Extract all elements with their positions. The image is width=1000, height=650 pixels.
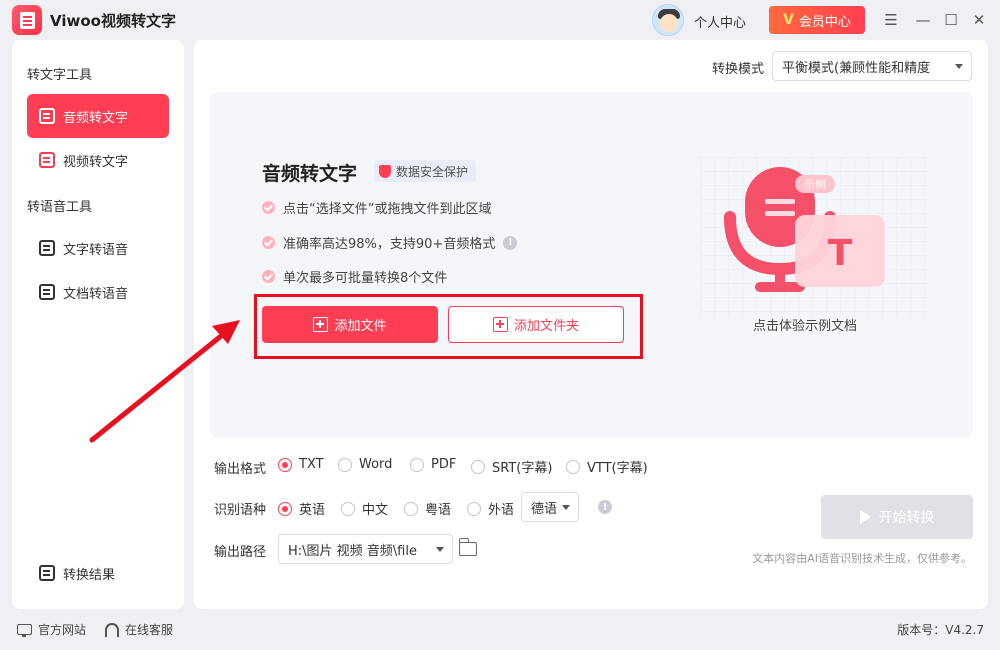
user-center-link[interactable]: 个人中心	[694, 12, 746, 31]
output-path-value: H:\图片 视频 音频\file	[288, 543, 417, 559]
check-icon	[262, 236, 275, 249]
chevron-down-icon	[955, 64, 963, 69]
info-icon[interactable]: !	[503, 235, 518, 250]
version-label: 版本号：V4.2.7	[897, 623, 984, 637]
sidebar-group-text-tools: 转文字工具	[27, 68, 93, 83]
online-service-link[interactable]: 在线客服	[105, 621, 173, 638]
lang-radio-cantonese[interactable]: 粤语	[404, 499, 451, 518]
main-panel: 转换模式 平衡模式(兼顾性能和精度 音频转文字 数据安全保护 点击“选择文件”或…	[194, 40, 988, 609]
menu-icon[interactable]: ☰	[881, 10, 901, 30]
format-radio-pdf[interactable]: PDF	[410, 457, 456, 472]
sidebar-item-label: 文字转语音	[63, 242, 129, 258]
official-website-link[interactable]: 官方网站	[17, 621, 86, 638]
feature-bullet: 准确率高达98%，支持90+音频格式 !	[262, 233, 518, 252]
audio-text-icon	[39, 108, 55, 124]
format-radio-srt[interactable]: SRT(字幕)	[471, 457, 552, 476]
sidebar-group-speech-tools: 转语音工具	[27, 200, 93, 215]
add-file-label: 添加文件	[334, 319, 387, 334]
foreign-language-select[interactable]: 德语	[521, 492, 579, 522]
vip-icon: V	[783, 12, 794, 28]
monitor-icon	[17, 624, 32, 637]
sidebar-item-video-to-text[interactable]: 视频转文字	[27, 138, 169, 182]
add-file-button[interactable]: 添加文件	[262, 306, 438, 343]
folder-icon[interactable]	[458, 538, 477, 556]
feature-bullet: 点击“选择文件”或拖拽文件到此区域	[262, 198, 491, 217]
language-label: 识别语种	[214, 503, 267, 518]
output-path-select[interactable]: H:\图片 视频 音频\file	[278, 534, 453, 564]
lang-radio-foreign[interactable]: 外语	[467, 499, 514, 518]
chevron-down-icon	[562, 505, 570, 510]
dropzone-title: 音频转文字	[262, 163, 358, 185]
title-bar: Viwoo视频转文字 个人中心 V 会员中心 ☰ — ☐ ✕	[0, 0, 1000, 40]
lang-radio-english[interactable]: 英语	[278, 499, 325, 518]
minimize-icon[interactable]: —	[913, 10, 933, 30]
doc-speech-icon	[39, 284, 55, 300]
sidebar-item-label: 文档转语音	[63, 286, 129, 302]
sidebar-item-results[interactable]: 转换结果	[27, 551, 169, 595]
sidebar-item-audio-to-text[interactable]: 音频转文字	[27, 94, 169, 138]
sidebar-item-label: 音频转文字	[63, 110, 129, 126]
results-icon	[39, 565, 55, 581]
maximize-icon[interactable]: ☐	[941, 10, 961, 30]
sample-caption[interactable]: 点击体验示例文档	[730, 315, 880, 334]
feature-bullet-text: 点击“选择文件”或拖拽文件到此区域	[283, 202, 492, 217]
format-radio-word[interactable]: Word	[338, 457, 392, 472]
file-drop-zone[interactable]: 音频转文字 数据安全保护 点击“选择文件”或拖拽文件到此区域 准确率高达98%，…	[210, 92, 973, 438]
sidebar-item-doc-to-speech[interactable]: 文档转语音	[27, 270, 169, 314]
sidebar-item-label: 转换结果	[63, 567, 116, 583]
vip-center-label: 会员中心	[798, 14, 851, 30]
format-radio-txt[interactable]: TXT	[278, 457, 324, 472]
feature-bullet: 单次最多可批量转换8个文件	[262, 267, 447, 286]
vip-center-button[interactable]: V 会员中心	[769, 6, 865, 34]
sample-letter: T	[828, 233, 853, 274]
feature-bullet-text: 单次最多可批量转换8个文件	[283, 271, 448, 286]
start-convert-button[interactable]: 开始转换	[821, 495, 973, 539]
mode-label: 转换模式	[712, 62, 765, 77]
info-icon[interactable]: !	[598, 500, 612, 514]
sidebar: 转文字工具 音频转文字 视频转文字 转语音工具 文字转语音 文档转语音 转换结果	[12, 40, 184, 609]
foreign-language-value: 德语	[531, 501, 558, 517]
add-folder-label: 添加文件夹	[513, 319, 579, 334]
format-radio-vtt[interactable]: VTT(字幕)	[566, 457, 648, 476]
add-file-icon	[313, 317, 329, 332]
feature-bullet-text: 准确率高达98%，支持90+音频格式	[283, 237, 496, 252]
security-badge: 数据安全保护	[374, 160, 477, 182]
check-icon	[262, 201, 275, 214]
lang-radio-chinese[interactable]: 中文	[341, 499, 388, 518]
output-path-label: 输出路径	[214, 545, 267, 560]
user-avatar[interactable]	[652, 4, 684, 36]
video-text-icon	[39, 152, 55, 168]
sidebar-item-text-to-speech[interactable]: 文字转语音	[27, 226, 169, 270]
text-speech-icon	[39, 240, 55, 256]
add-folder-icon	[492, 317, 508, 332]
sidebar-item-label: 视频转文字	[63, 154, 129, 170]
check-icon	[262, 270, 275, 283]
output-format-label: 输出格式	[214, 462, 267, 477]
chevron-down-icon	[436, 547, 444, 552]
ai-disclaimer: 文本内容由AI语音识别技术生成，仅供参考。	[752, 552, 972, 565]
app-title: Viwoo视频转文字	[50, 12, 176, 30]
play-icon	[859, 510, 871, 524]
app-logo-icon	[12, 5, 42, 35]
start-convert-label: 开始转换	[878, 510, 935, 526]
shield-icon	[379, 164, 391, 178]
sample-tag: 示例	[804, 177, 826, 191]
close-icon[interactable]: ✕	[969, 10, 989, 30]
mode-select[interactable]: 平衡模式(兼顾性能和精度	[772, 51, 972, 81]
mode-select-value: 平衡模式(兼顾性能和精度	[782, 60, 931, 76]
headset-icon	[105, 622, 119, 637]
add-folder-button[interactable]: 添加文件夹	[448, 306, 624, 343]
security-badge-label: 数据安全保护	[396, 164, 469, 179]
